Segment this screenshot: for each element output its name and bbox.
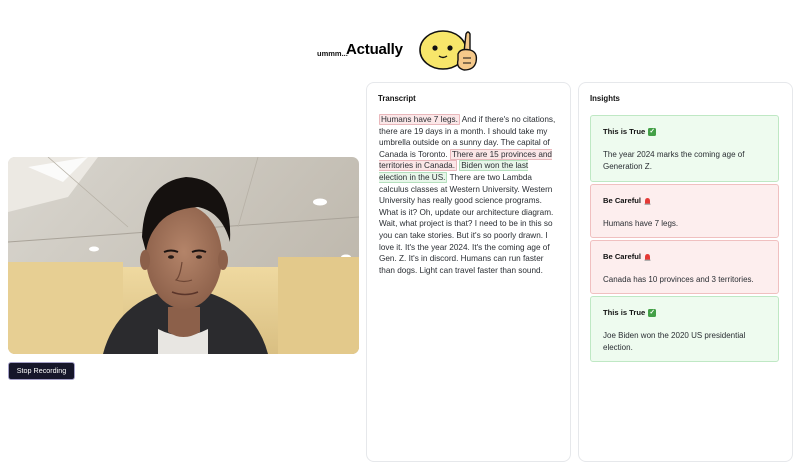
insight-card-title: This is True ✓ — [603, 308, 657, 317]
insight-card-title: Be Careful — [603, 196, 651, 205]
transcript-highlight-false[interactable]: Humans have 7 legs. — [379, 114, 460, 125]
webcam-video — [8, 157, 359, 354]
mascot-emoji-icon — [419, 30, 478, 71]
insight-card: Be Careful Canada has 10 provinces and 3… — [590, 240, 779, 294]
brand-prefix: ummm... — [317, 49, 348, 58]
insight-card: This is True ✓ Joe Biden won the 2020 US… — [590, 296, 779, 362]
check-icon: ✓ — [648, 308, 657, 317]
alarm-icon — [644, 253, 651, 261]
transcript-panel: Transcript Humans have 7 legs. And if th… — [366, 82, 571, 462]
insight-card-body: The year 2024 marks the coming age of Ge… — [603, 150, 745, 171]
brand-title: Actually — [346, 41, 403, 58]
insight-card-body: Humans have 7 legs. — [603, 219, 679, 228]
insight-card-title: Be Careful — [603, 252, 651, 261]
insight-card: Be Careful Humans have 7 legs. — [590, 184, 779, 238]
insight-card-body: Canada has 10 provinces and 3 territorie… — [603, 275, 754, 284]
check-icon: ✓ — [648, 127, 657, 136]
alarm-icon — [644, 197, 651, 205]
stop-recording-button[interactable]: Stop Recording — [8, 362, 75, 380]
insights-title: Insights — [590, 94, 620, 103]
insight-card-body: Joe Biden won the 2020 US presidential e… — [603, 331, 746, 352]
insight-card-title-text: Be Careful — [603, 252, 641, 261]
insights-panel: Insights This is True ✓ The year 2024 ma… — [578, 82, 793, 462]
transcript-segment: There are two Lambda calculus classes at… — [379, 172, 554, 275]
insight-card-title-text: Be Careful — [603, 196, 641, 205]
transcript-text: Humans have 7 legs. And if there's no ci… — [379, 114, 558, 276]
app-header: ummm... Actually — [0, 26, 806, 76]
transcript-title: Transcript — [378, 94, 416, 103]
insight-card-title-text: This is True — [603, 308, 646, 317]
insight-card-title-text: This is True — [603, 127, 646, 136]
insight-card: This is True ✓ The year 2024 marks the c… — [590, 115, 779, 182]
webcam-frame-image — [8, 157, 359, 354]
insight-card-title: This is True ✓ — [603, 127, 657, 136]
